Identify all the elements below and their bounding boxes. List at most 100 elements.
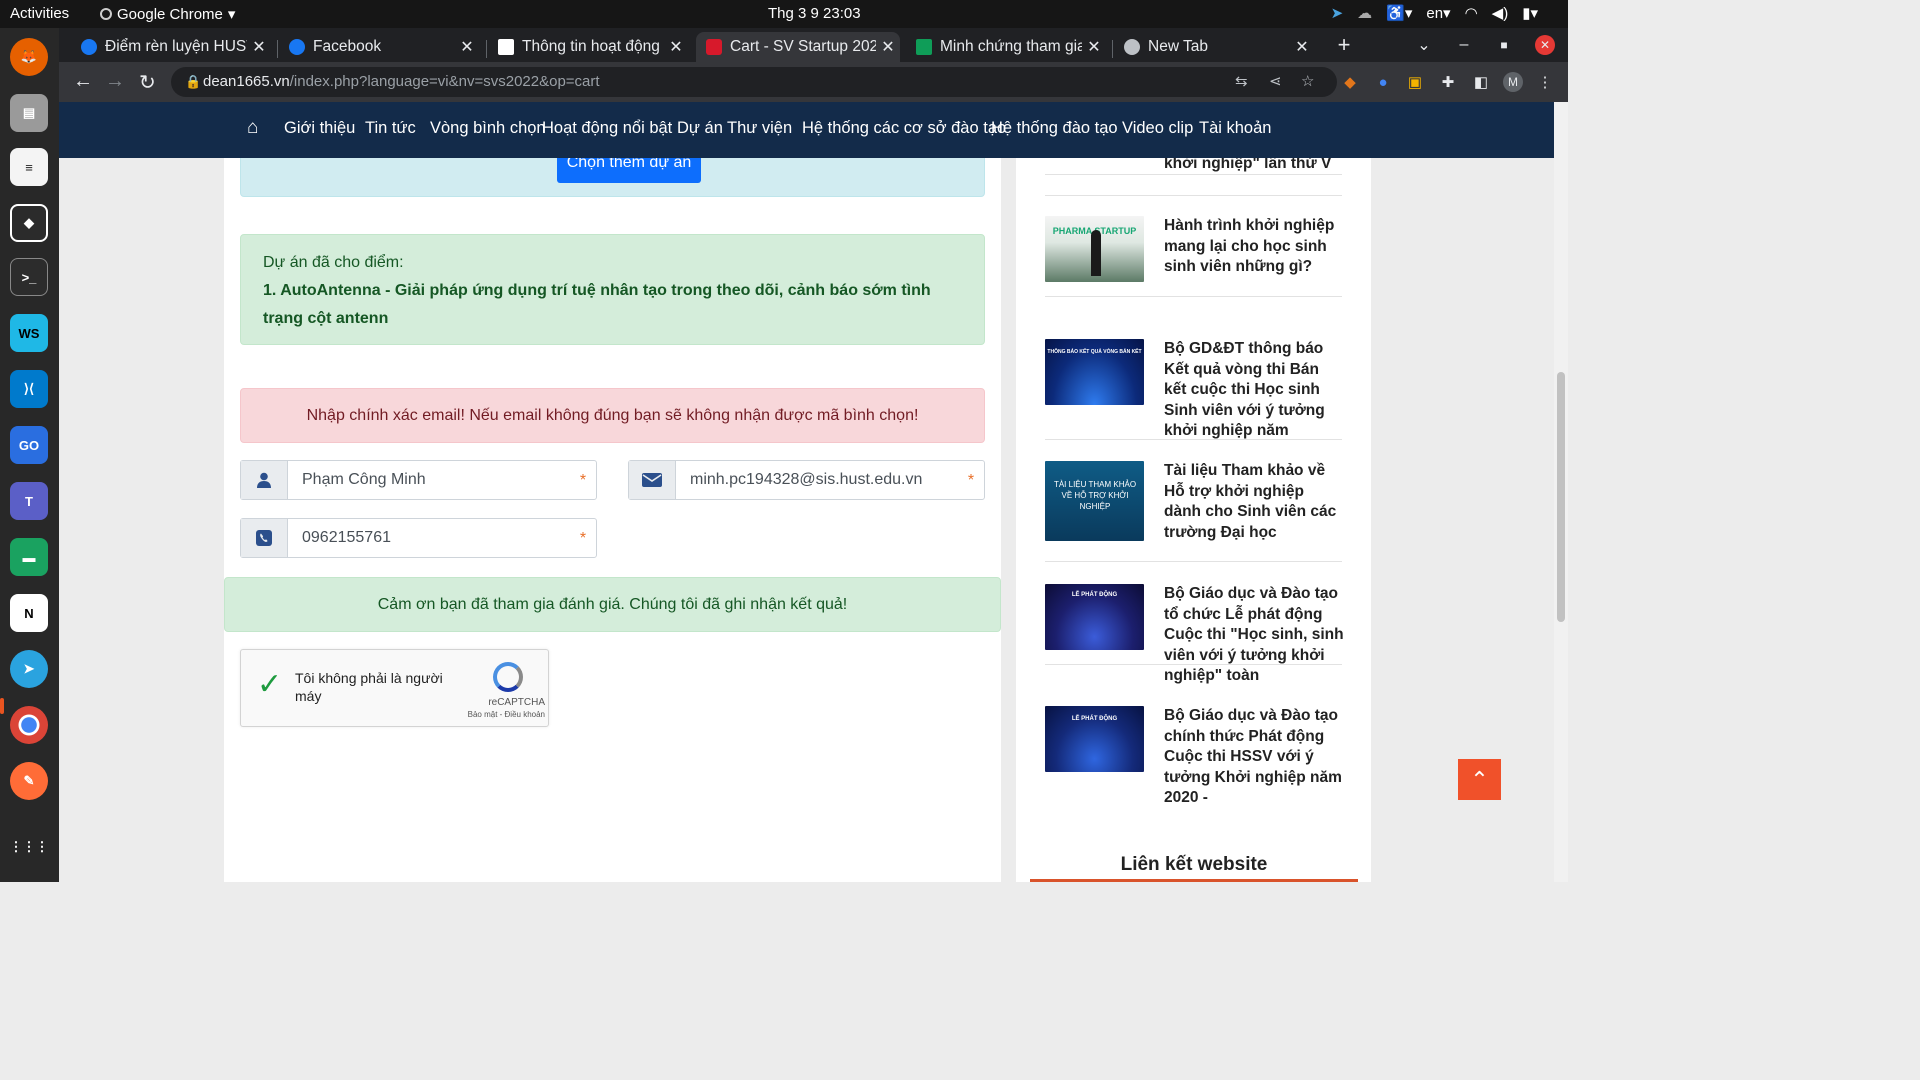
share-icon[interactable]: ⋖ xyxy=(1269,67,1282,97)
nav-du-an[interactable]: Dự án xyxy=(677,119,723,138)
news-title[interactable]: Tài liệu Tham khảo về Hỗ trợ khởi nghiệp… xyxy=(1164,461,1344,543)
nav-tin-tuc[interactable]: Tin tức xyxy=(365,119,416,138)
recaptcha-terms-link[interactable]: Bảo mật - Điều khoản xyxy=(441,710,545,719)
goland-icon[interactable]: GO xyxy=(10,426,48,464)
side-panel-icon[interactable]: ◧ xyxy=(1471,72,1491,92)
tab-facebook[interactable]: Facebook ✕ xyxy=(279,32,479,62)
page-scrollbar[interactable] xyxy=(1554,102,1568,882)
tab-minh-chung[interactable]: Minh chứng tham gia ✕ xyxy=(906,32,1106,62)
tab-new-tab[interactable]: New Tab ✕ xyxy=(1114,32,1314,62)
nav-tai-khoan[interactable]: Tài khoản xyxy=(1199,119,1271,138)
hust-icon xyxy=(498,39,514,55)
web-page: ⌂ Giới thiệu Tin tức Vòng bình chọn Hoạt… xyxy=(59,102,1568,882)
webstorm-icon[interactable]: WS xyxy=(10,314,48,352)
notion-icon[interactable]: N xyxy=(10,594,48,632)
nav-he-thong-co-so[interactable]: Hệ thống các cơ sở đào tạo xyxy=(802,119,1006,138)
required-mark: * xyxy=(967,472,975,489)
divider xyxy=(1045,664,1342,665)
news-title[interactable]: Bộ Giáo dục và Đào tạo chính thức Phát đ… xyxy=(1164,706,1344,809)
nav-vong-binh-chon[interactable]: Vòng bình chọn xyxy=(430,119,546,138)
news-title[interactable]: Bộ Giáo dục và Đào tạo tổ chức Lễ phát đ… xyxy=(1164,584,1344,687)
close-tab-icon[interactable]: ✕ xyxy=(876,37,900,57)
news-thumbnail[interactable]: PHARMA STARTUP xyxy=(1045,216,1144,282)
extensions-puzzle-icon[interactable]: ✚ xyxy=(1438,72,1458,92)
tab-thong-tin-hoat-dong[interactable]: Thông tin hoạt động ✕ xyxy=(488,32,688,62)
phone-input[interactable]: 0962155761 xyxy=(288,519,570,557)
firefox-icon[interactable]: 🦊 xyxy=(10,38,48,76)
battery-icon[interactable]: ▮▾ xyxy=(1522,4,1538,22)
name-input[interactable]: Phạm Công Minh xyxy=(288,461,570,499)
tab-strip: Điểm rèn luyện HUST ✕ Facebook ✕ Thông tin… xyxy=(59,28,1568,62)
chrome-menu-icon[interactable]: ⋮ xyxy=(1535,72,1555,92)
teams-icon[interactable]: T xyxy=(10,482,48,520)
chat-icon[interactable]: ▬ xyxy=(10,538,48,576)
extension-color-icon[interactable]: ● xyxy=(1373,72,1393,92)
recaptcha-widget[interactable]: ✓ Tôi không phải là người máy reCAPTCHA … xyxy=(240,649,549,727)
profile-avatar[interactable]: M xyxy=(1503,72,1523,92)
close-tab-icon[interactable]: ✕ xyxy=(1082,37,1106,57)
close-tab-icon[interactable]: ✕ xyxy=(247,37,271,57)
vscode-icon[interactable]: ⟩⟨ xyxy=(10,370,48,408)
text-editor-icon[interactable]: ≡ xyxy=(10,148,48,186)
files-icon[interactable]: ▤ xyxy=(10,94,48,132)
scrollbar-thumb[interactable] xyxy=(1557,372,1565,622)
news-title[interactable]: Bộ GD&ĐT thông báo Kết quả vòng thi Bán … xyxy=(1164,339,1344,442)
recaptcha-logo-icon xyxy=(493,662,523,692)
app-menu[interactable]: Google Chrome ▾ xyxy=(100,5,235,23)
accessibility-icon[interactable]: ♿▾ xyxy=(1386,4,1412,22)
git-client-icon[interactable]: ◆ xyxy=(10,204,48,242)
postman-icon[interactable]: ✎ xyxy=(10,762,48,800)
minimize-button[interactable]: – xyxy=(1449,28,1479,62)
tab-diem-ren-luyen[interactable]: Điểm rèn luyện HUST ✕ xyxy=(71,32,271,62)
reload-icon[interactable]: ↻ xyxy=(139,70,156,95)
tab-search-button[interactable]: ⌄ xyxy=(1409,28,1439,62)
lock-icon[interactable]: 🔒 xyxy=(185,67,201,97)
new-tab-button[interactable]: + xyxy=(1329,28,1359,62)
nav-he-thong-dao-tao[interactable]: Hệ thống đào tạo xyxy=(991,119,1118,138)
translate-icon[interactable]: ⇆ xyxy=(1235,67,1248,97)
system-tray[interactable]: ➤ ☁ ♿▾ en▾ ◠ ◀) ▮▾ xyxy=(1331,4,1538,22)
checkmark-icon[interactable]: ✓ xyxy=(257,670,282,700)
nav-hoat-dong-noi-bat[interactable]: Hoạt động nổi bật xyxy=(542,119,672,138)
recaptcha-brand: reCAPTCHA xyxy=(488,697,545,708)
tab-cart[interactable]: Cart - SV Startup 2022 ✕ xyxy=(696,32,900,62)
nav-gioi-thieu[interactable]: Giới thiệu xyxy=(284,119,355,138)
tab-separator xyxy=(1112,40,1113,58)
news-thumbnail[interactable]: TÀI LIỆU THAM KHẢO VỀ HỖ TRỢ KHỞI NGHIỆP xyxy=(1045,461,1144,541)
wifi-icon[interactable]: ◠ xyxy=(1465,4,1478,22)
show-apps-icon[interactable]: ⋮⋮⋮ xyxy=(10,828,49,866)
language-indicator[interactable]: en▾ xyxy=(1426,4,1450,22)
news-thumbnail[interactable]: LỄ PHÁT ĐỘNG xyxy=(1045,706,1144,772)
telegram-icon[interactable]: ➤ xyxy=(10,650,48,688)
home-icon[interactable]: ⌂ xyxy=(247,117,258,139)
bookmark-star-icon[interactable]: ☆ xyxy=(1301,67,1314,97)
scroll-to-top-button[interactable]: ⌃ xyxy=(1458,759,1501,800)
chrome-icon[interactable] xyxy=(10,706,48,744)
close-window-button[interactable]: ✕ xyxy=(1535,35,1555,55)
forward-icon[interactable]: → xyxy=(105,70,125,93)
close-tab-icon[interactable]: ✕ xyxy=(455,37,479,57)
activities-button[interactable]: Activities xyxy=(10,5,69,22)
email-input[interactable]: minh.pc194328@sis.hust.edu.vn xyxy=(676,461,958,499)
news-thumbnail[interactable]: THÔNG BÁO KẾT QUẢ VÒNG BÁN KẾT xyxy=(1045,339,1144,405)
nav-thu-vien[interactable]: Thư viện xyxy=(727,119,792,138)
terminal-icon[interactable]: >_ xyxy=(10,258,48,296)
metamask-icon[interactable]: ◆ xyxy=(1340,72,1360,92)
clock[interactable]: Thg 3 9 23:03 xyxy=(768,5,861,22)
close-tab-icon[interactable]: ✕ xyxy=(1290,37,1314,57)
address-bar[interactable]: 🔒 dean1665.vn/index.php?language=vi&nv=s… xyxy=(171,67,1337,97)
maximize-button[interactable]: ■ xyxy=(1489,28,1519,62)
system-top-bar: Activities Google Chrome ▾ Thg 3 9 23:03 … xyxy=(0,0,1568,28)
extension-yellow-icon[interactable]: ▣ xyxy=(1405,72,1425,92)
url-text[interactable]: dean1665.vn/index.php?language=vi&nv=svs… xyxy=(203,67,600,97)
news-thumbnail[interactable]: LỄ PHÁT ĐỘNG xyxy=(1045,584,1144,650)
close-tab-icon[interactable]: ✕ xyxy=(664,37,688,57)
back-icon[interactable]: ← xyxy=(73,70,93,93)
app-name: Google Chrome xyxy=(117,5,223,23)
nav-video-clip[interactable]: Video clip xyxy=(1122,119,1193,138)
volume-icon[interactable]: ◀) xyxy=(1492,4,1509,22)
news-title[interactable]: Hành trình khởi nghiệp mang lại cho học … xyxy=(1164,216,1344,278)
cloud-icon[interactable]: ☁ xyxy=(1357,4,1372,22)
divider xyxy=(1045,439,1342,440)
telegram-tray-icon[interactable]: ➤ xyxy=(1331,4,1344,22)
